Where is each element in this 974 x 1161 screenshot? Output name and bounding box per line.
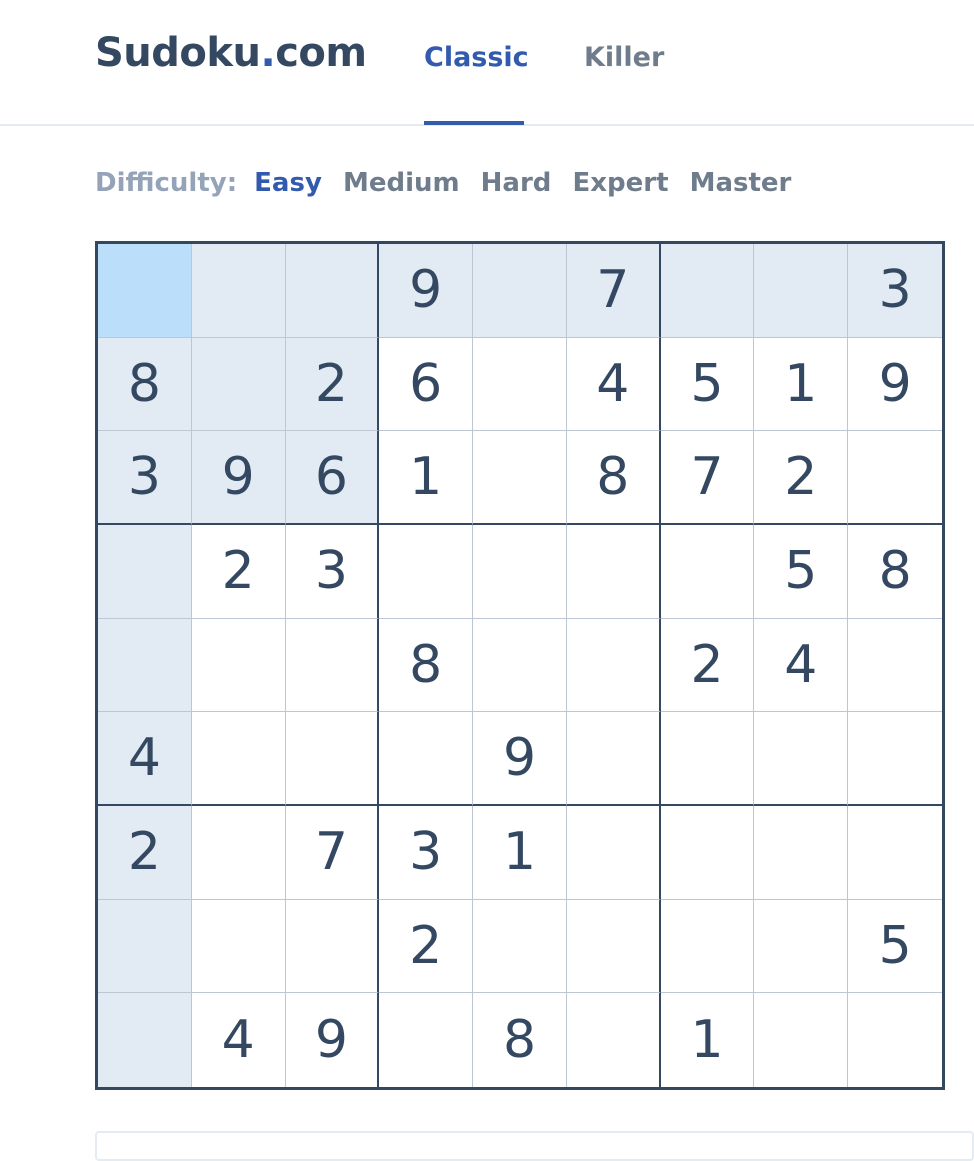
board-cell-r6-c2[interactable] <box>191 712 286 806</box>
board-cell-r9-c4[interactable] <box>379 993 474 1087</box>
board-cell-r2-c1[interactable]: 8 <box>98 337 192 432</box>
board-cell-r1-c6[interactable]: 7 <box>566 244 661 338</box>
board-cell-r7-c8[interactable] <box>754 805 849 900</box>
board-cell-r7-c4[interactable]: 3 <box>379 805 474 900</box>
board-cell-r3-c2[interactable]: 9 <box>191 431 286 525</box>
board-cell-r5-c3[interactable] <box>285 618 380 713</box>
board-cell-r6-c6[interactable] <box>566 712 661 806</box>
board-cell-r2-c6[interactable]: 4 <box>566 337 661 432</box>
board-cell-r2-c7[interactable]: 5 <box>660 337 755 432</box>
board-cell-r6-c8[interactable] <box>754 712 849 806</box>
board-cell-r5-c7[interactable]: 2 <box>660 618 755 713</box>
difficulty-hard[interactable]: Hard <box>481 168 552 198</box>
board-cell-r2-c4[interactable]: 6 <box>379 337 474 432</box>
board-cell-r1-c1[interactable] <box>98 244 192 338</box>
board-cell-r8-c6[interactable] <box>566 899 661 994</box>
board-cell-r3-c9[interactable] <box>848 431 942 525</box>
board-cell-r9-c9[interactable] <box>848 993 942 1087</box>
board-cell-r6-c4[interactable] <box>379 712 474 806</box>
board-cell-r9-c6[interactable] <box>566 993 661 1087</box>
board-cell-r3-c8[interactable]: 2 <box>754 431 849 525</box>
board-cell-r3-c4[interactable]: 1 <box>379 431 474 525</box>
board-cell-r4-c6[interactable] <box>566 524 661 619</box>
board-cell-r7-c2[interactable] <box>191 805 286 900</box>
board-cell-r1-c2[interactable] <box>191 244 286 338</box>
board-cell-r1-c5[interactable] <box>473 244 567 338</box>
difficulty-medium[interactable]: Medium <box>343 168 460 198</box>
board-cell-r8-c4[interactable]: 2 <box>379 899 474 994</box>
board-cell-r8-c1[interactable] <box>98 899 192 994</box>
board-cell-r9-c7[interactable]: 1 <box>660 993 755 1087</box>
bottom-panel <box>95 1131 974 1161</box>
board-cell-r6-c5[interactable]: 9 <box>473 712 567 806</box>
tab-killer[interactable]: Killer <box>584 42 664 73</box>
board-cell-r4-c7[interactable] <box>660 524 755 619</box>
board-cell-r2-c5[interactable] <box>473 337 567 432</box>
board-cell-r5-c8[interactable]: 4 <box>754 618 849 713</box>
board-cell-r9-c8[interactable] <box>754 993 849 1087</box>
board-cell-r8-c2[interactable] <box>191 899 286 994</box>
board-cell-r8-c9[interactable]: 5 <box>848 899 942 994</box>
board-cell-r8-c5[interactable] <box>473 899 567 994</box>
board-cell-r9-c3[interactable]: 9 <box>285 993 380 1087</box>
difficulty-selector: Difficulty: Easy Medium Hard Expert Mast… <box>95 168 803 198</box>
board-cell-r7-c7[interactable] <box>660 805 755 900</box>
board-cell-r4-c2[interactable]: 2 <box>191 524 286 619</box>
board-cell-r5-c1[interactable] <box>98 618 192 713</box>
board-cell-r7-c9[interactable] <box>848 805 942 900</box>
board-cell-r8-c3[interactable] <box>285 899 380 994</box>
board-cell-r9-c1[interactable] <box>98 993 192 1087</box>
board-cell-r4-c9[interactable]: 8 <box>848 524 942 619</box>
board-cell-r3-c5[interactable] <box>473 431 567 525</box>
logo-dot: . <box>260 30 276 76</box>
logo-main: Sudoku <box>95 30 261 76</box>
board-cell-r1-c4[interactable]: 9 <box>379 244 474 338</box>
board-cell-r5-c5[interactable] <box>473 618 567 713</box>
board-cell-r2-c8[interactable]: 1 <box>754 337 849 432</box>
board-cell-r6-c9[interactable] <box>848 712 942 806</box>
board-cell-r5-c6[interactable] <box>566 618 661 713</box>
board-cell-r1-c9[interactable]: 3 <box>848 244 942 338</box>
board-cell-r7-c6[interactable] <box>566 805 661 900</box>
board-cell-r3-c3[interactable]: 6 <box>285 431 380 525</box>
board-cell-r5-c2[interactable] <box>191 618 286 713</box>
difficulty-master[interactable]: Master <box>690 168 792 198</box>
board-cell-r5-c9[interactable] <box>848 618 942 713</box>
active-tab-indicator <box>424 121 524 125</box>
sudoku-board: 973826451939618722358824492731254981 <box>95 241 945 1090</box>
board-cell-r1-c3[interactable] <box>285 244 380 338</box>
board-cell-r7-c1[interactable]: 2 <box>98 805 192 900</box>
board-cell-r3-c6[interactable]: 8 <box>566 431 661 525</box>
board-cell-r8-c8[interactable] <box>754 899 849 994</box>
board-cell-r7-c5[interactable]: 1 <box>473 805 567 900</box>
board-cell-r2-c3[interactable]: 2 <box>285 337 380 432</box>
board-cell-r3-c1[interactable]: 3 <box>98 431 192 525</box>
board-cell-r5-c4[interactable]: 8 <box>379 618 474 713</box>
board-cell-r4-c1[interactable] <box>98 524 192 619</box>
board-cell-r7-c3[interactable]: 7 <box>285 805 380 900</box>
site-logo[interactable]: Sudoku.com <box>95 30 367 76</box>
difficulty-expert[interactable]: Expert <box>572 168 668 198</box>
difficulty-label: Difficulty: <box>95 168 238 198</box>
board-cell-r6-c3[interactable] <box>285 712 380 806</box>
board-cell-r9-c2[interactable]: 4 <box>191 993 286 1087</box>
board-cell-r2-c9[interactable]: 9 <box>848 337 942 432</box>
board-cell-r9-c5[interactable]: 8 <box>473 993 567 1087</box>
board-cell-r3-c7[interactable]: 7 <box>660 431 755 525</box>
board-cell-r1-c7[interactable] <box>660 244 755 338</box>
board-cell-r8-c7[interactable] <box>660 899 755 994</box>
board-cell-r6-c1[interactable]: 4 <box>98 712 192 806</box>
logo-tld: com <box>275 30 367 76</box>
board-cell-r1-c8[interactable] <box>754 244 849 338</box>
top-header: Sudoku.com Classic Killer <box>0 0 974 126</box>
tab-classic[interactable]: Classic <box>424 42 529 73</box>
board-cell-r2-c2[interactable] <box>191 337 286 432</box>
board-cell-r4-c5[interactable] <box>473 524 567 619</box>
board-cell-r4-c4[interactable] <box>379 524 474 619</box>
board-cell-r6-c7[interactable] <box>660 712 755 806</box>
board-cell-r4-c8[interactable]: 5 <box>754 524 849 619</box>
difficulty-easy[interactable]: Easy <box>254 168 322 198</box>
board-cell-r4-c3[interactable]: 3 <box>285 524 380 619</box>
